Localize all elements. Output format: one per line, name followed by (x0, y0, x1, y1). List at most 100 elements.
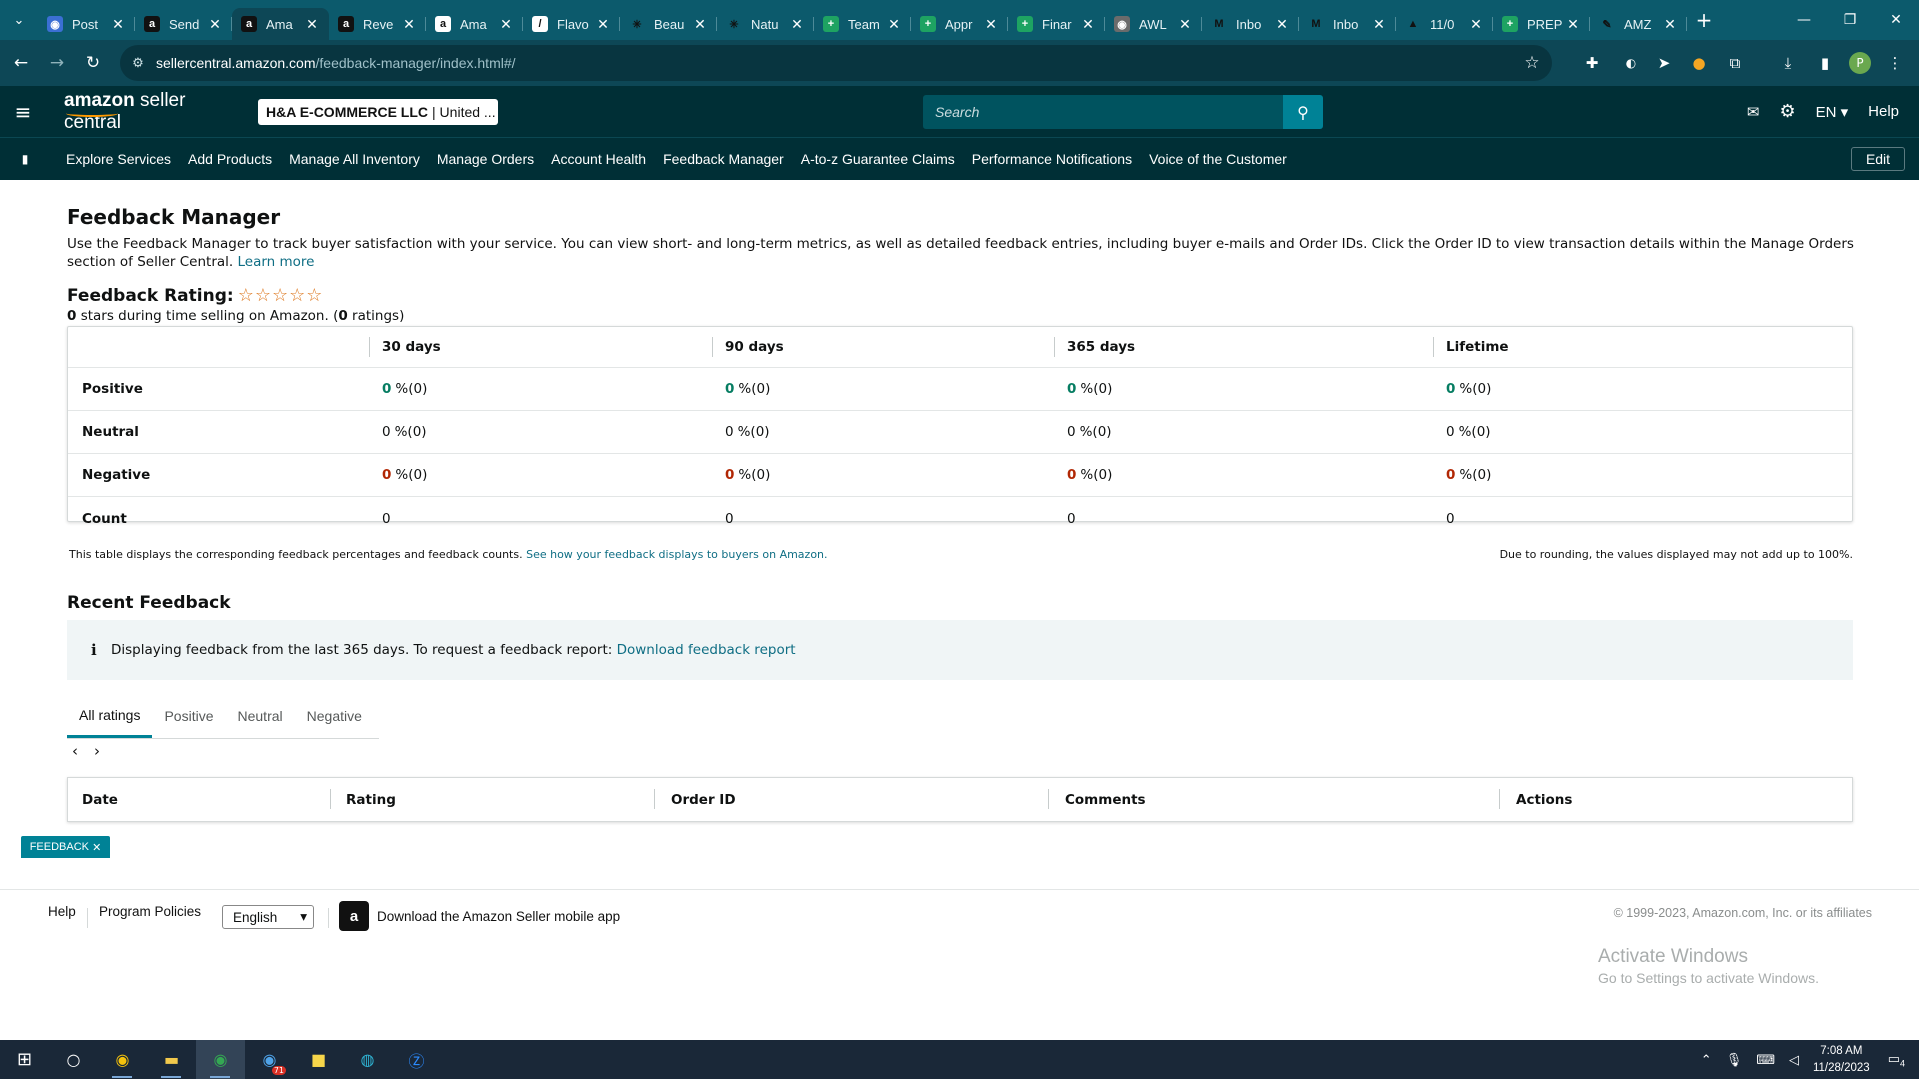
mobile-app-link[interactable]: a Download the Amazon Seller mobile app (339, 901, 620, 931)
chevron-right-icon[interactable]: › (94, 742, 100, 760)
download-report-link[interactable]: Download feedback report (617, 642, 796, 658)
browser-tab[interactable]: ✳ Beau ✕ (620, 8, 717, 40)
browser-tab[interactable]: M Inbo ✕ (1299, 8, 1396, 40)
extension-arrow-icon[interactable]: ➤ (1652, 48, 1676, 78)
tab-close-icon[interactable]: ✕ (208, 16, 222, 33)
nav-link[interactable]: Account Health (551, 151, 646, 167)
tab-close-icon[interactable]: ✕ (887, 16, 901, 33)
tab-close-icon[interactable]: ✕ (1275, 16, 1289, 33)
chevron-left-icon[interactable]: ‹ (72, 742, 78, 760)
tab-close-icon[interactable]: ✕ (790, 16, 804, 33)
file-explorer-icon[interactable]: ▬ (147, 1040, 196, 1079)
chrome-active-icon[interactable]: ◉ (196, 1040, 245, 1079)
edit-nav-button[interactable]: Edit (1851, 147, 1905, 171)
reload-icon[interactable]: ↻ (78, 48, 108, 78)
browser-tab[interactable]: + Appr ✕ (911, 8, 1008, 40)
nav-link[interactable]: Explore Services (66, 151, 171, 167)
forward-icon[interactable]: → (42, 48, 72, 78)
bookmark-star-icon[interactable]: ☆ (1512, 53, 1552, 73)
search-icon[interactable]: ⚲ (1283, 95, 1323, 129)
tab-close-icon[interactable]: ✕ (1469, 16, 1483, 33)
address-bar[interactable]: ⚙ sellercentral.amazon.com /feedback-man… (120, 45, 1552, 81)
feedback-display-link[interactable]: See how your feedback displays to buyers… (526, 548, 827, 561)
close-window-icon[interactable]: ✕ (1873, 0, 1919, 40)
windows-start-icon[interactable]: ⊞ (0, 1040, 49, 1079)
tab-close-icon[interactable]: ✕ (1663, 16, 1677, 33)
chrome-icon[interactable]: ◉ (98, 1040, 147, 1079)
tab-close-icon[interactable]: ✕ (402, 16, 416, 33)
nav-link[interactable]: Feedback Manager (663, 151, 784, 167)
zoom-icon[interactable]: Ⓩ (392, 1040, 441, 1079)
browser-tab[interactable]: a Send ✕ (135, 8, 232, 40)
restore-icon[interactable]: ❐ (1827, 0, 1873, 40)
rating-tab[interactable]: Negative (295, 694, 374, 738)
browser-tab[interactable]: ◉ Post ✕ (38, 8, 135, 40)
nav-link[interactable]: A-to-z Guarantee Claims (801, 151, 955, 167)
sticky-notes-icon[interactable]: ■ (294, 1040, 343, 1079)
browser-tab[interactable]: ◉ AWL ✕ (1105, 8, 1202, 40)
extensions-puzzle-icon[interactable]: ⧉ (1722, 48, 1748, 78)
volume-icon[interactable]: ◁ (1789, 1052, 1799, 1068)
edge-icon[interactable]: ◍ (343, 1040, 392, 1079)
tab-close-icon[interactable]: ✕ (984, 16, 998, 33)
site-info-icon[interactable]: ⚙ (120, 55, 156, 71)
seller-central-logo[interactable]: amazon seller central (64, 90, 236, 134)
back-icon[interactable]: ← (6, 48, 36, 78)
extension-circle-icon[interactable]: ● (1686, 48, 1712, 78)
browser-menu-icon[interactable]: ⋮ (1884, 48, 1906, 78)
browser-tab[interactable]: + Finar ✕ (1008, 8, 1105, 40)
rating-tab[interactable]: Positive (152, 694, 225, 738)
settings-gear-icon[interactable]: ⚙ (1779, 101, 1795, 122)
tab-close-icon[interactable]: ✕ (1178, 16, 1192, 33)
browser-tab[interactable]: ✳ Natu ✕ (717, 8, 814, 40)
extension-off-icon[interactable]: ◐ (1616, 48, 1646, 78)
browser-tab[interactable]: M Inbo ✕ (1202, 8, 1299, 40)
browser-tab[interactable]: a Ama ✕ (232, 8, 329, 40)
profile-avatar[interactable]: P (1849, 52, 1871, 74)
language-selector[interactable]: EN ▾ (1816, 103, 1849, 121)
side-panel-icon[interactable]: ▮ (1812, 48, 1838, 78)
program-policies-link[interactable]: Program Policies (99, 904, 201, 919)
bookmark-icon[interactable]: ▮ (0, 152, 50, 166)
tab-close-icon[interactable]: ✕ (1372, 16, 1386, 33)
tab-close-icon[interactable]: ✕ (499, 16, 513, 33)
new-tab-icon[interactable]: + (1687, 8, 1721, 32)
rating-tab[interactable]: Neutral (226, 694, 295, 738)
account-switcher[interactable]: H&A E-COMMERCE LLC | United ... (258, 98, 498, 125)
footer-help-link[interactable]: Help (48, 904, 76, 919)
nav-link[interactable]: Performance Notifications (972, 151, 1132, 167)
search-input[interactable]: Search (923, 95, 1283, 129)
tab-close-icon[interactable]: ✕ (305, 16, 319, 33)
close-icon[interactable]: ✕ (92, 841, 101, 854)
system-clock[interactable]: 7:08 AM 11/28/2023 (1813, 1043, 1870, 1077)
download-icon[interactable]: ⤓ (1775, 48, 1801, 78)
extension-icon[interactable]: ✚ (1580, 48, 1604, 78)
search-circle-icon[interactable]: ○ (49, 1040, 98, 1079)
tab-close-icon[interactable]: ✕ (596, 16, 610, 33)
mail-icon[interactable]: ✉ (1747, 103, 1760, 121)
microphone-icon[interactable]: 🎙 (1726, 1052, 1743, 1068)
nav-link[interactable]: Manage Orders (437, 151, 534, 167)
tab-close-icon[interactable]: ✕ (1081, 16, 1095, 33)
tab-close-icon[interactable]: ✕ (111, 16, 125, 33)
browser-tab[interactable]: + Team ✕ (814, 8, 911, 40)
footer-language-select[interactable]: English ▾ (222, 905, 314, 929)
rating-tab[interactable]: All ratings (67, 694, 153, 738)
browser-tab[interactable]: ✎ AMZ ✕ (1590, 8, 1687, 40)
keyboard-icon[interactable]: ⌨ (1756, 1052, 1775, 1068)
tab-close-icon[interactable]: ✕ (1566, 16, 1580, 33)
nav-link[interactable]: Add Products (188, 151, 272, 167)
browser-tab[interactable]: + PREP ✕ (1493, 8, 1590, 40)
feedback-tab-button[interactable]: FEEDBACK ✕ (21, 836, 110, 858)
notification-center-icon[interactable]: ▭4 (1888, 1051, 1905, 1069)
tab-close-icon[interactable]: ✕ (693, 16, 707, 33)
minimize-icon[interactable]: — (1781, 0, 1827, 40)
learn-more-link[interactable]: Learn more (237, 254, 314, 270)
hamburger-menu-icon[interactable]: ≡ (0, 100, 46, 124)
browser-tab[interactable]: a Ama ✕ (426, 8, 523, 40)
nav-link[interactable]: Voice of the Customer (1149, 151, 1287, 167)
tray-chevron-up-icon[interactable]: ⌃ (1701, 1052, 1712, 1068)
help-link[interactable]: Help (1868, 103, 1899, 120)
browser-tab[interactable]: ▲ 11/0 ✕ (1396, 8, 1493, 40)
browser-tab[interactable]: a Reve ✕ (329, 8, 426, 40)
